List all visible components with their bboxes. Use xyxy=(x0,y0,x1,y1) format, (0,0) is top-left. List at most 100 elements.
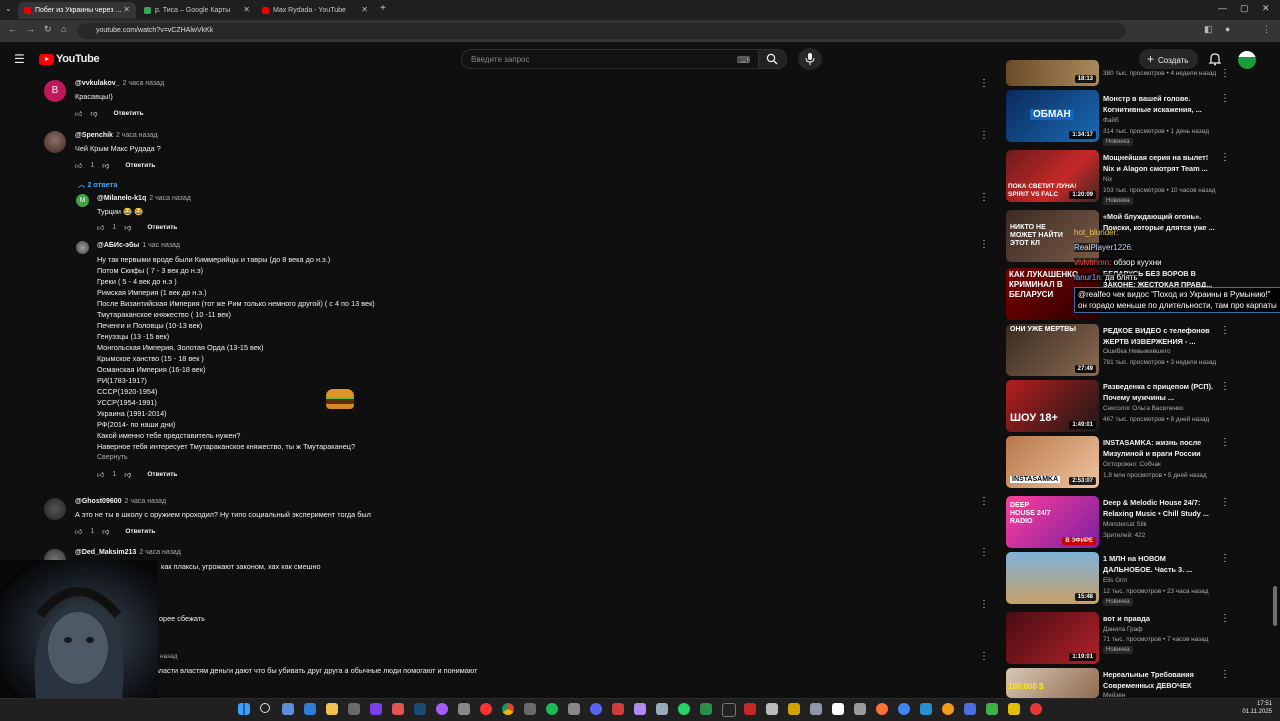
app-icon[interactable] xyxy=(392,703,404,715)
page-scrollbar[interactable] xyxy=(1273,586,1277,626)
avatar[interactable] xyxy=(44,131,66,153)
app-icon[interactable] xyxy=(348,703,360,715)
reply-button[interactable]: Ответить xyxy=(147,471,177,478)
video-menu-icon[interactable]: ⋮ xyxy=(1220,498,1230,508)
comment-time[interactable]: 1 час назад xyxy=(142,242,180,249)
video-menu-icon[interactable]: ⋮ xyxy=(1220,69,1230,79)
app-icon[interactable] xyxy=(942,703,954,715)
video-thumbnail[interactable]: ШОУ 18+ 1:49:01 xyxy=(1006,380,1099,432)
app-icon[interactable] xyxy=(920,703,932,715)
app-icon[interactable] xyxy=(1008,703,1020,715)
app-icon[interactable] xyxy=(634,703,646,715)
system-clock[interactable]: 17:51 01.11.2025 xyxy=(1236,700,1272,716)
notifications-bell-icon[interactable] xyxy=(1208,52,1222,66)
video-thumbnail[interactable]: DEEP HOUSE 24/7 RADIO В ЭФИРЕ xyxy=(1006,496,1099,548)
start-icon[interactable] xyxy=(238,703,250,715)
back-icon[interactable]: ← xyxy=(8,24,17,34)
video-title[interactable]: INSTASAMKA: жизнь после Мизулиной и враг… xyxy=(1103,437,1215,459)
avatar[interactable]: В xyxy=(44,80,66,102)
video-thumbnail[interactable]: ОБМАН 1:34:17 xyxy=(1006,90,1099,142)
browser-tab-1[interactable]: Побег из Украины через ... ✕ xyxy=(18,2,136,19)
video-menu-icon[interactable]: ⋮ xyxy=(1220,614,1230,624)
account-avatar[interactable] xyxy=(1238,51,1256,69)
comment-time[interactable]: 2 часа назад xyxy=(123,80,165,87)
app-icon[interactable] xyxy=(700,703,712,715)
minimize-icon[interactable]: — xyxy=(1218,3,1227,13)
video-channel[interactable]: Мейзен xyxy=(1103,691,1223,698)
app-icon[interactable] xyxy=(898,703,910,715)
home-icon[interactable]: ⌂ xyxy=(61,24,66,34)
comment-menu-icon[interactable]: ⋮ xyxy=(979,79,989,89)
app-icon[interactable] xyxy=(458,703,470,715)
comment-time[interactable]: 2 часа назад xyxy=(149,195,191,202)
app-icon[interactable] xyxy=(524,703,536,715)
video-menu-icon[interactable]: ⋮ xyxy=(1220,554,1230,564)
extensions-icon[interactable]: ◧ xyxy=(1204,24,1213,35)
app-icon[interactable] xyxy=(656,703,668,715)
video-thumbnail[interactable]: 1:19:01 xyxy=(1006,612,1099,664)
whatsapp-icon[interactable] xyxy=(678,703,690,715)
collapse-button[interactable]: Свернуть xyxy=(97,454,128,461)
close-icon[interactable]: ✕ xyxy=(361,5,368,14)
spotify-icon[interactable] xyxy=(546,703,558,715)
comment-time[interactable]: 2 часа назад xyxy=(116,132,158,139)
reply-button[interactable]: Ответить xyxy=(147,224,177,231)
video-channel[interactable]: Elis Grin xyxy=(1103,576,1223,586)
reply-button[interactable]: Ответить xyxy=(125,528,155,535)
steam-icon[interactable] xyxy=(414,703,426,715)
avatar[interactable] xyxy=(76,241,89,254)
comment-author[interactable]: @Spenchik 2 часа назад xyxy=(75,132,158,139)
video-menu-icon[interactable]: ⋮ xyxy=(1220,382,1230,392)
like-icon[interactable]: 👍︎ xyxy=(97,470,104,479)
app-icon[interactable] xyxy=(612,703,624,715)
comment-author[interactable]: @АБИс-эбы 1 час назад xyxy=(97,242,180,249)
avatar[interactable] xyxy=(44,498,66,520)
comment-author[interactable]: @Ded_Maksim213 2 часа назад xyxy=(75,549,181,556)
app-icon[interactable] xyxy=(876,703,888,715)
comment-menu-icon[interactable]: ⋮ xyxy=(979,600,989,610)
app-icon[interactable] xyxy=(744,703,756,715)
dislike-icon[interactable]: 👎︎ xyxy=(90,109,97,118)
dislike-icon[interactable]: 👎︎ xyxy=(102,161,109,170)
comment-author-name[interactable]: @Spenchik xyxy=(75,132,113,139)
video-title[interactable]: Нереальные Требования Современных ДЕВОЧЕ… xyxy=(1103,669,1215,691)
video-channel[interactable]: Ошибка Невыжившего xyxy=(1103,347,1223,357)
comment-author-name[interactable]: @Milanelo-k1q xyxy=(97,195,146,202)
video-thumbnail[interactable]: INSTASAMKA 2:53:07 xyxy=(1006,436,1099,488)
like-icon[interactable]: 👍︎ xyxy=(75,527,82,536)
comment-author-name[interactable]: @Ded_Maksim213 xyxy=(75,549,136,556)
comment-time[interactable]: 2 часа назад xyxy=(125,498,167,505)
video-thumbnail[interactable]: ОНИ УЖЕ МЕРТВЫ 27:49 xyxy=(1006,324,1099,376)
like-icon[interactable]: 👍︎ xyxy=(75,109,82,118)
video-thumbnail[interactable]: 100.000 $ xyxy=(1006,668,1099,698)
reply-button[interactable]: Ответить xyxy=(125,162,155,169)
like-icon[interactable]: 👍︎ xyxy=(97,223,104,232)
keyboard-icon[interactable]: ⌨ xyxy=(737,50,750,70)
app-icon[interactable] xyxy=(1030,703,1042,715)
comment-menu-icon[interactable]: ⋮ xyxy=(979,497,989,507)
app-icon[interactable] xyxy=(436,703,448,715)
app-icon[interactable] xyxy=(832,703,844,715)
comment-author-name[interactable]: @Ghost09600 xyxy=(75,498,122,505)
chrome-icon[interactable] xyxy=(502,703,514,715)
video-menu-icon[interactable]: ⋮ xyxy=(1220,670,1230,680)
video-channel[interactable]: Осторожно: Собчак xyxy=(1103,460,1223,470)
widgets-icon[interactable] xyxy=(304,703,316,715)
video-menu-icon[interactable]: ⋮ xyxy=(1220,94,1230,104)
video-menu-icon[interactable]: ⋮ xyxy=(1220,153,1230,163)
reload-icon[interactable]: ↻ xyxy=(44,24,52,35)
task-view-icon[interactable] xyxy=(282,703,294,715)
comment-menu-icon[interactable]: ⋮ xyxy=(979,240,989,250)
voice-search-button[interactable] xyxy=(798,48,822,70)
video-title[interactable]: РЕДКОЕ ВИДЕО с телефонов ЖЕРТВ ИЗВЕРЖЕНИ… xyxy=(1103,325,1215,347)
yandex-icon[interactable] xyxy=(480,703,492,715)
app-icon[interactable] xyxy=(854,703,866,715)
video-title[interactable]: Монстр в вашей голове. Когнитивные искаж… xyxy=(1103,93,1215,115)
comment-author[interactable]: @vvkulakov_ 2 часа назад xyxy=(75,80,164,87)
close-icon[interactable]: ✕ xyxy=(243,5,250,14)
like-icon[interactable]: 👍︎ xyxy=(75,161,82,170)
search-button[interactable] xyxy=(759,49,787,69)
close-icon[interactable]: ✕ xyxy=(123,5,130,14)
reply-button[interactable]: Ответить xyxy=(113,110,143,117)
youtube-logo[interactable]: YouTube xyxy=(39,53,100,65)
